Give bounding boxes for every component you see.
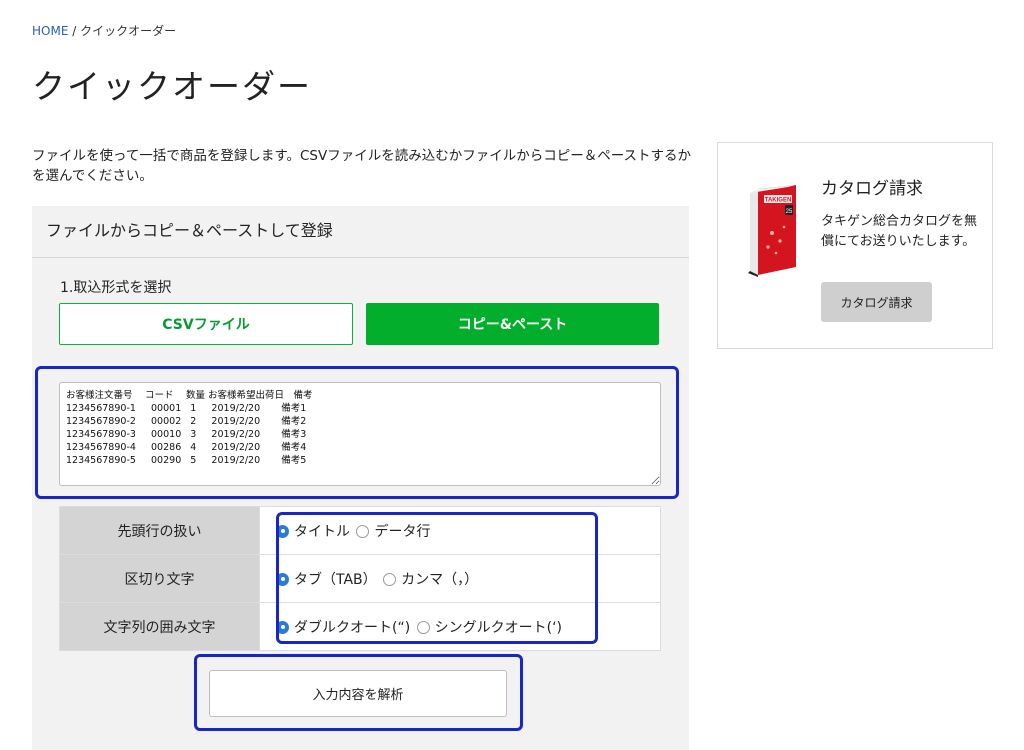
catalog-book-brand: TAKIGEN [765,198,792,204]
delimiter-label: 区切り文字 [59,554,260,603]
step-label: 1.取込形式を選択 [60,280,172,296]
intro-text: ファイルを使って一括で商品を登録します。CSVファイルを読み込むかファイルからコ… [32,148,692,184]
paste-textarea[interactable]: お客様注文番号 コード 数量 お客様希望出荷日 備考 1234567890-1 … [59,382,661,486]
analyze-input-button[interactable]: 入力内容を解析 [209,670,507,717]
paste-register-panel: ファイルからコピー＆ペーストして登録 1.取込形式を選択 CSVファイル コピー… [32,206,689,750]
quote-label: 文字列の囲み文字 [59,602,260,651]
breadcrumb-home-link[interactable]: HOME [32,24,68,38]
catalog-request-button[interactable]: カタログ請求 [821,282,932,322]
catalog-book-number: 25 [786,209,793,215]
panel-title: ファイルからコピー＆ペーストして登録 [32,206,689,258]
page-title: クイックオーダー [32,67,312,106]
header-row-label: 先頭行の扱い [59,506,260,555]
catalog-description: タキゲン総合カタログを無償にてお送りいたします。 [821,214,978,249]
highlight-box-options [276,512,598,644]
copy-paste-button[interactable]: コピー&ペースト [366,303,659,345]
breadcrumb: HOME / クイックオーダー [32,22,176,39]
breadcrumb-separator: / [68,24,81,38]
catalog-book-image: TAKIGEN 25 [748,185,796,277]
catalog-request-card: TAKIGEN 25 カタログ請求 タキゲン総合カタログを無償にてお送りいたしま… [717,142,993,349]
catalog-title: カタログ請求 [821,179,923,199]
csv-file-button[interactable]: CSVファイル [59,303,353,345]
breadcrumb-current: クイックオーダー [80,24,177,38]
